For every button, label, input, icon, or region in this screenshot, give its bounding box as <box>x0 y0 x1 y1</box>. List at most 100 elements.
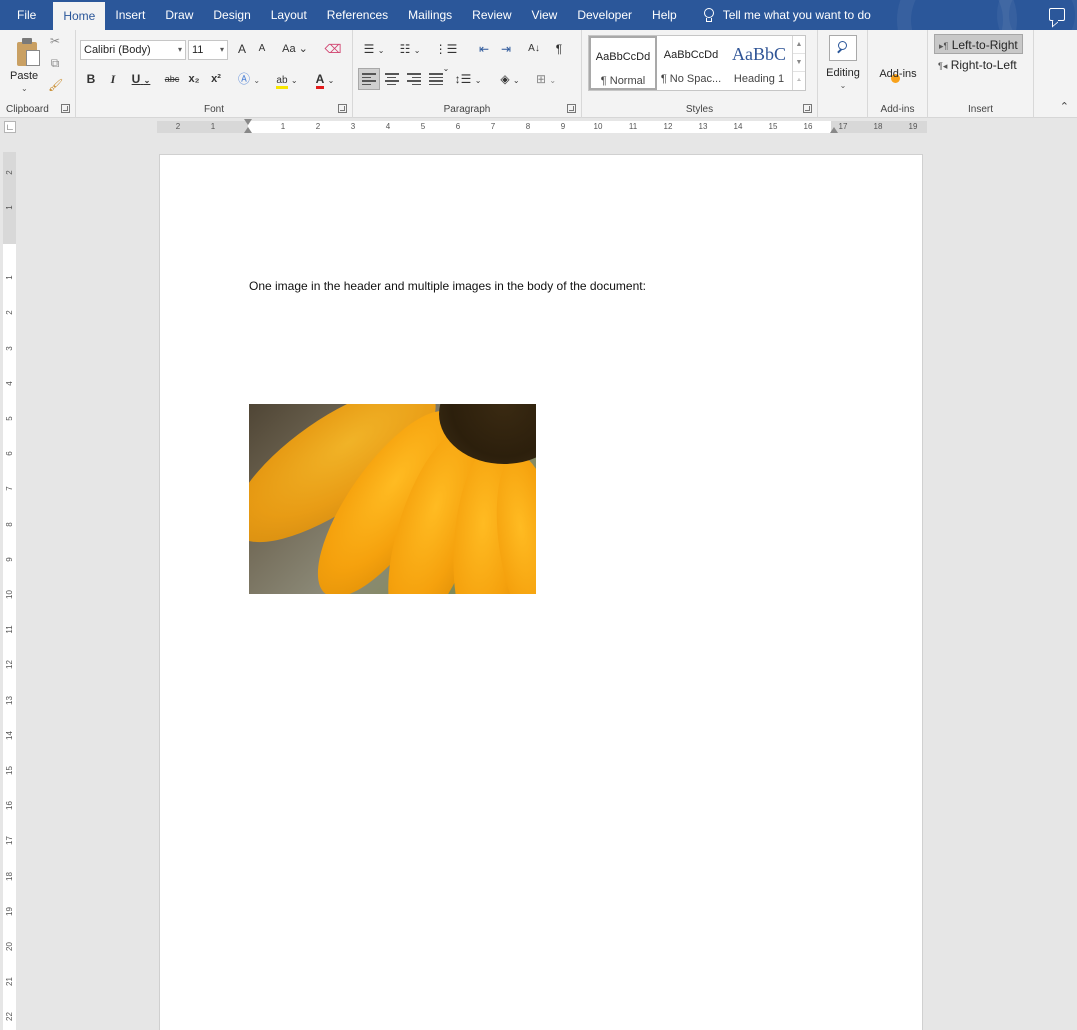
sunflower-image[interactable] <box>249 404 536 594</box>
chevron-down-icon: ▾ <box>219 45 224 54</box>
chevron-down-icon: ⌄ <box>839 81 847 90</box>
dialog-launcher-icon[interactable] <box>338 104 347 113</box>
shading-icon[interactable]: ◈ ⌄ <box>495 70 525 90</box>
tell-me-text: Tell me what you want to do <box>722 8 871 22</box>
scroll-up-icon[interactable]: ▲ <box>793 36 805 54</box>
ruler-number: 18 <box>873 122 883 131</box>
bullets-icon[interactable]: ☰ ⌄ <box>359 40 389 60</box>
tab-selector-icon[interactable]: ∟ <box>4 121 16 133</box>
show-hide-paragraph-button[interactable]: ¶ <box>551 40 567 60</box>
subscript-label: x₂ <box>188 73 200 85</box>
vertical-ruler[interactable]: 2 1 1 2 3 4 5 6 7 8 9 10 11 12 13 14 15 16 17 18 19 20 21 22 <box>3 152 16 1030</box>
ruler-number: 1 <box>210 122 216 131</box>
ruler-number: 1 <box>5 275 14 280</box>
paste-button[interactable]: Paste ⌄ <box>4 32 46 94</box>
decrease-indent-icon[interactable]: ⇤ <box>475 40 493 60</box>
ruler-number: 14 <box>733 122 743 131</box>
style-no-spacing[interactable]: AaBbCcDd ¶ No Spac... <box>657 36 725 90</box>
strikethrough-button[interactable]: abc <box>162 70 182 90</box>
dialog-launcher-icon[interactable] <box>803 104 812 113</box>
ribbon-home: Paste ⌄ ✂ ⧉ 🖌 Clipboard Calibri (Body) ▾ … <box>0 30 1077 118</box>
tab-help[interactable]: Help <box>642 0 687 30</box>
addins-button[interactable]: Add-ins <box>872 68 924 80</box>
right-indent-marker[interactable] <box>830 127 838 133</box>
ruler-number: 9 <box>5 557 14 562</box>
text-effects-icon[interactable]: Ⓐ ⌄ <box>236 70 262 90</box>
underline-button[interactable]: U ⌄ <box>128 70 154 90</box>
tab-developer[interactable]: Developer <box>567 0 642 30</box>
justify-icon[interactable] <box>429 73 443 85</box>
comments-icon[interactable] <box>1049 8 1065 21</box>
ruler-number: 19 <box>908 122 918 131</box>
tab-file[interactable]: File <box>0 0 53 30</box>
more-styles-icon[interactable]: ⩡ <box>793 72 805 90</box>
editing-label: Editing <box>826 67 860 79</box>
styles-gallery: AaBbCcDd ¶ Normal AaBbCcDd ¶ No Spac... … <box>588 35 806 91</box>
font-color-label: A <box>315 72 325 89</box>
ruler-number: 2 <box>5 310 14 316</box>
tab-insert[interactable]: Insert <box>105 0 155 30</box>
highlight-color-icon[interactable]: ab ⌄ <box>272 70 302 90</box>
strikethrough-label: abc <box>164 74 180 84</box>
ruler-number: 3 <box>350 122 356 131</box>
left-to-right-button[interactable]: ▸¶ Left-to-Right <box>934 34 1023 54</box>
ruler-number: 19 <box>5 906 14 916</box>
align-center-icon[interactable] <box>385 73 399 85</box>
editing-button[interactable]: Editing ⌄ <box>823 35 863 95</box>
right-to-left-button[interactable]: ¶◂ Right-to-Left <box>934 55 1021 75</box>
tab-view[interactable]: View <box>522 0 568 30</box>
group-paragraph: ☰ ⌄ ☷ ⌄ ⋮☰ ⌄ ⇤ ⇥ A↓ ¶ ↕☰ ⌄ ◈ ⌄ ⊞ ⌄ Parag… <box>353 30 582 118</box>
superscript-button[interactable]: x² <box>208 70 224 90</box>
numbering-icon[interactable]: ☷ ⌄ <box>395 40 425 60</box>
change-case-button[interactable]: Aa ⌄ <box>280 40 310 60</box>
superscript-label: x² <box>211 73 221 85</box>
style-name: ¶ No Spac... <box>660 73 722 85</box>
tab-references[interactable]: References <box>317 0 398 30</box>
align-left-icon <box>362 73 376 85</box>
dialog-launcher-icon[interactable] <box>567 104 576 113</box>
find-icon <box>829 35 857 61</box>
grow-font-button[interactable]: A <box>234 40 250 60</box>
ruler-number: 4 <box>385 122 391 131</box>
copy-icon[interactable]: ⧉ <box>48 56 62 70</box>
tab-draw[interactable]: Draw <box>155 0 203 30</box>
styles-scroll[interactable]: ▲ ▼ ⩡ <box>792 36 805 90</box>
sort-icon[interactable]: A↓ <box>525 40 543 60</box>
align-right-icon[interactable] <box>407 73 421 85</box>
dialog-launcher-icon[interactable] <box>61 104 70 113</box>
chevron-down-icon: ▾ <box>177 45 182 54</box>
ruler-number: 12 <box>5 660 14 670</box>
font-size-value: 11 <box>192 44 204 56</box>
tell-me-search[interactable]: Tell me what you want to do <box>687 0 871 30</box>
line-spacing-icon[interactable]: ↕☰ ⌄ <box>453 70 483 90</box>
first-line-indent-marker[interactable] <box>244 119 252 125</box>
hanging-indent-marker[interactable] <box>244 127 252 133</box>
increase-indent-icon[interactable]: ⇥ <box>497 40 515 60</box>
body-paragraph[interactable]: One image in the header and multiple ima… <box>249 279 646 293</box>
font-size-select[interactable]: 11 ▾ <box>188 40 228 60</box>
style-normal[interactable]: AaBbCcDd ¶ Normal <box>589 36 657 90</box>
format-painter-icon[interactable]: 🖌 <box>48 78 63 92</box>
scroll-down-icon[interactable]: ▼ <box>793 54 805 72</box>
multilevel-list-icon[interactable]: ⋮☰ ⌄ <box>431 40 461 73</box>
collapse-ribbon-icon[interactable]: ⌃ <box>1060 100 1069 113</box>
tab-design[interactable]: Design <box>203 0 260 30</box>
ruler-number: 20 <box>5 942 14 951</box>
font-color-button[interactable]: A ⌄ <box>310 70 340 90</box>
italic-button[interactable]: I <box>106 70 120 90</box>
tab-layout[interactable]: Layout <box>261 0 317 30</box>
tab-review[interactable]: Review <box>462 0 521 30</box>
tab-home[interactable]: Home <box>53 2 106 30</box>
align-left-button[interactable] <box>358 68 380 90</box>
cut-icon[interactable]: ✂ <box>48 34 62 48</box>
horizontal-ruler[interactable]: 2 1 1 2 3 4 5 6 7 8 9 10 11 12 13 14 15 16 17 18 19 <box>157 121 927 133</box>
borders-icon[interactable]: ⊞ ⌄ <box>531 70 561 90</box>
shrink-font-button[interactable]: A <box>254 40 270 60</box>
subscript-button[interactable]: x₂ <box>186 70 202 90</box>
clear-formatting-icon[interactable]: ⌫ <box>324 40 342 60</box>
bold-button[interactable]: B <box>84 70 98 90</box>
font-name-select[interactable]: Calibri (Body) ▾ <box>80 40 186 60</box>
style-heading-1[interactable]: AaBbC Heading 1 <box>725 36 793 90</box>
tab-mailings[interactable]: Mailings <box>398 0 462 30</box>
document-page[interactable]: One image in the header and multiple ima… <box>159 154 923 1030</box>
